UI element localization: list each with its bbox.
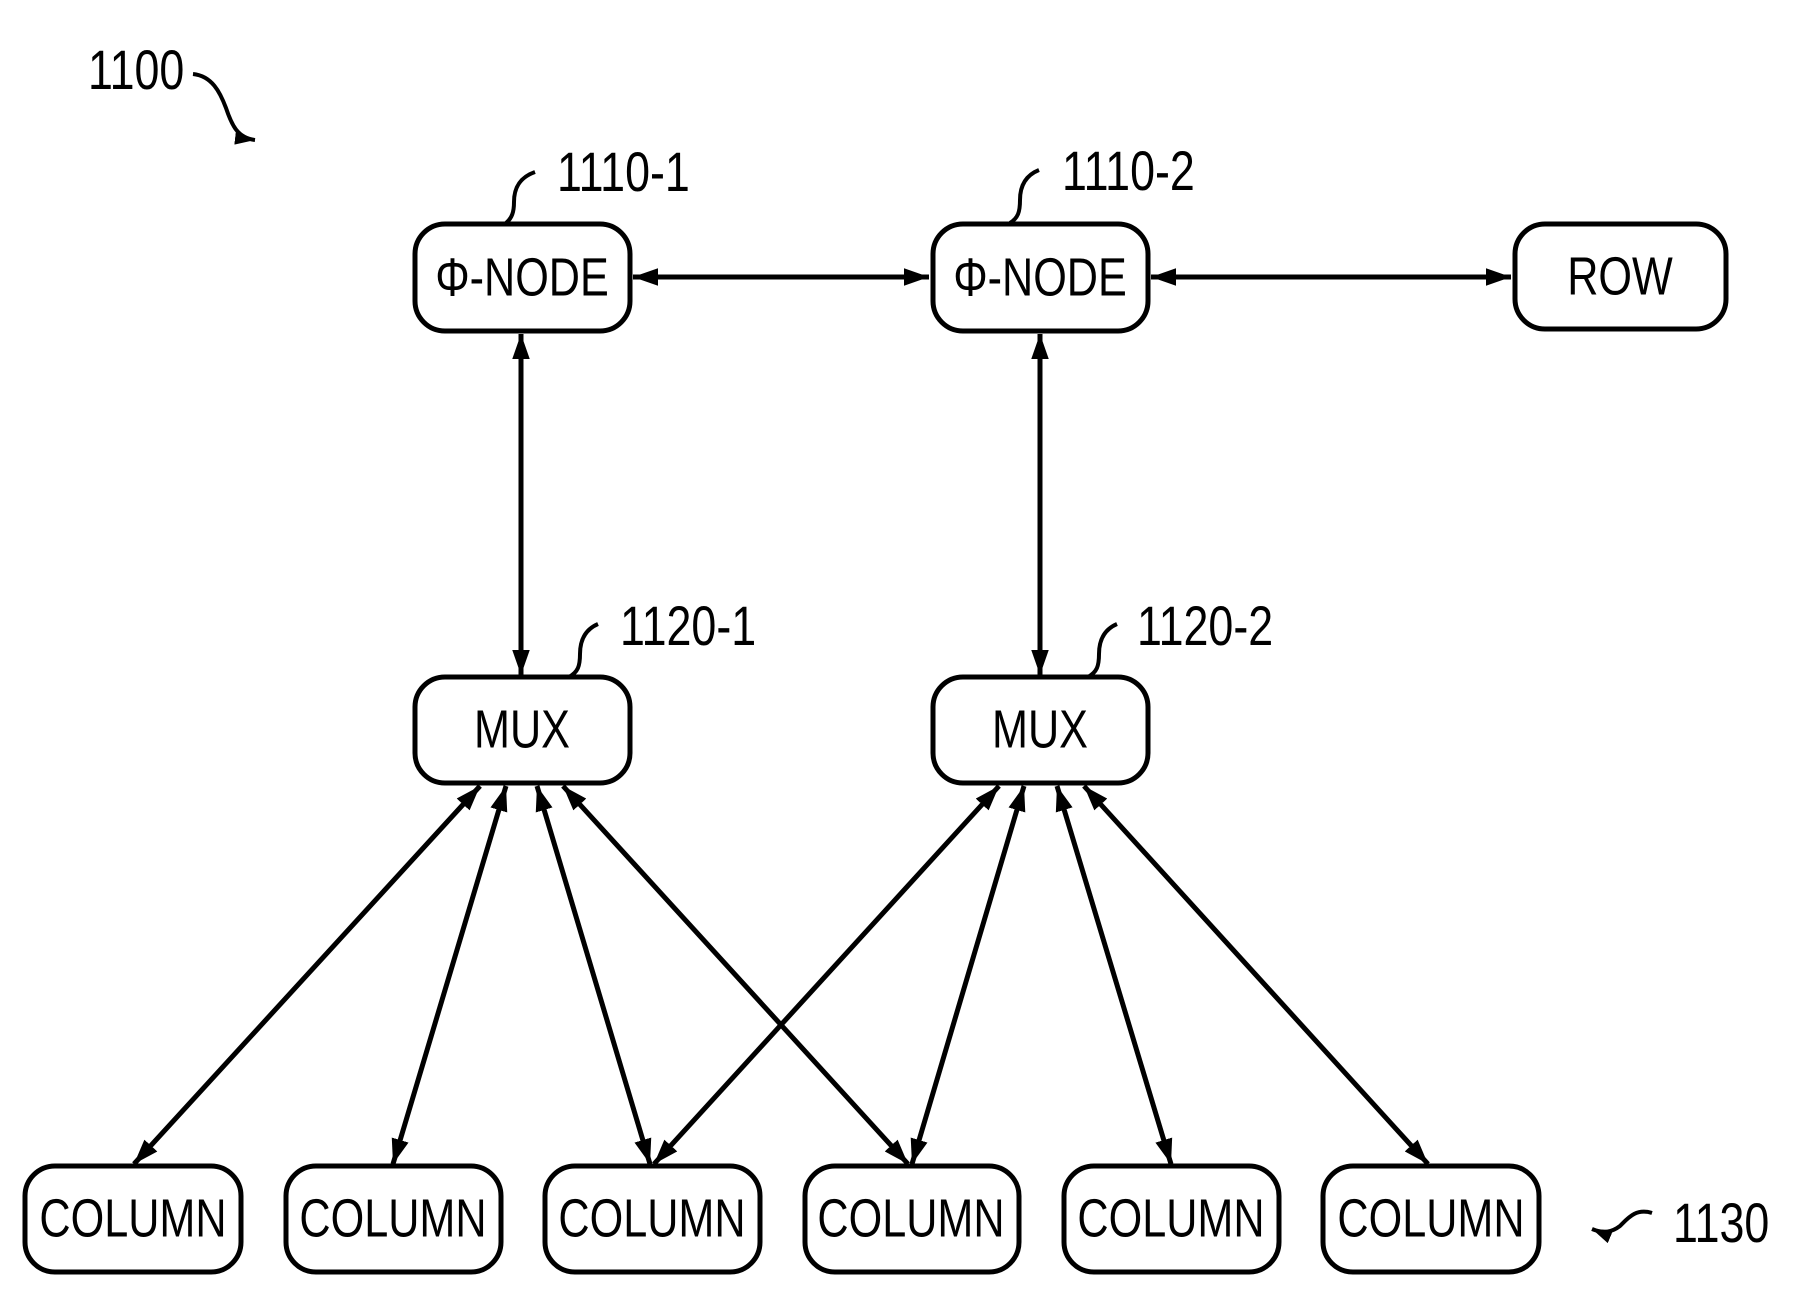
phi-node-2-label: Φ-NODE [953,248,1127,308]
column-6: COLUMN [1320,1163,1542,1275]
column-row: COLUMN COLUMN COLUMN COLUMN COLUMN COLUM… [22,1163,1542,1275]
row-node-label: ROW [1567,247,1673,307]
edge-mux2-col4 [909,785,1027,1165]
phi-node-1: Φ-NODE 1110-1 [412,140,690,334]
column-5-label: COLUMN [1077,1189,1264,1249]
edge-mux1-col3 [534,785,653,1165]
figure-reference-leader [192,72,256,145]
column-3-label: COLUMN [558,1189,745,1249]
edge-mux2-col6 [1082,784,1430,1166]
figure-reference-label: 1100 [88,38,184,101]
column-1-label: COLUMN [39,1189,226,1249]
diagram-canvas: 1100 Φ-NODE 1110-1 Φ-NODE 1110-2 ROW MUX… [22,38,1769,1275]
mux-1: MUX 1120-1 [412,594,756,786]
column-group-ref: 1130 [1673,1191,1769,1254]
column-6-label: COLUMN [1337,1189,1524,1249]
column-3: COLUMN [542,1163,763,1275]
column-2-label: COLUMN [299,1189,486,1249]
edge-mux2-col3 [652,784,1001,1166]
column-5: COLUMN [1061,1163,1282,1275]
phi-node-2: Φ-NODE 1110-2 [930,139,1195,334]
edge-mux1-col2 [390,785,509,1165]
mux-2: MUX 1120-2 [930,594,1273,786]
column-2: COLUMN [283,1163,504,1275]
column-4-label: COLUMN [817,1189,1004,1249]
row-node: ROW [1512,221,1729,332]
edge-mux1-col1 [132,784,482,1166]
phi-node-1-ref: 1110-1 [557,140,690,203]
column-1: COLUMN [22,1163,244,1275]
edges [132,268,1511,1166]
column-group-ref-leader [1591,1209,1653,1244]
mux-2-ref: 1120-2 [1137,594,1273,657]
phi-node-2-ref: 1110-2 [1062,139,1195,202]
mux-2-label: MUX [992,700,1088,760]
mux-1-ref: 1120-1 [620,594,756,657]
edge-mux1-col4 [561,784,910,1166]
phi-node-2-ref-leader [1008,168,1040,225]
column-4: COLUMN [802,1163,1022,1275]
mux-2-ref-leader [1086,622,1118,679]
edge-mux2-col5 [1054,785,1174,1165]
mux-1-ref-leader [567,622,599,679]
phi-node-1-label: Φ-NODE [435,248,609,308]
phi-node-1-ref-leader [504,170,536,225]
mux-1-label: MUX [474,700,570,760]
